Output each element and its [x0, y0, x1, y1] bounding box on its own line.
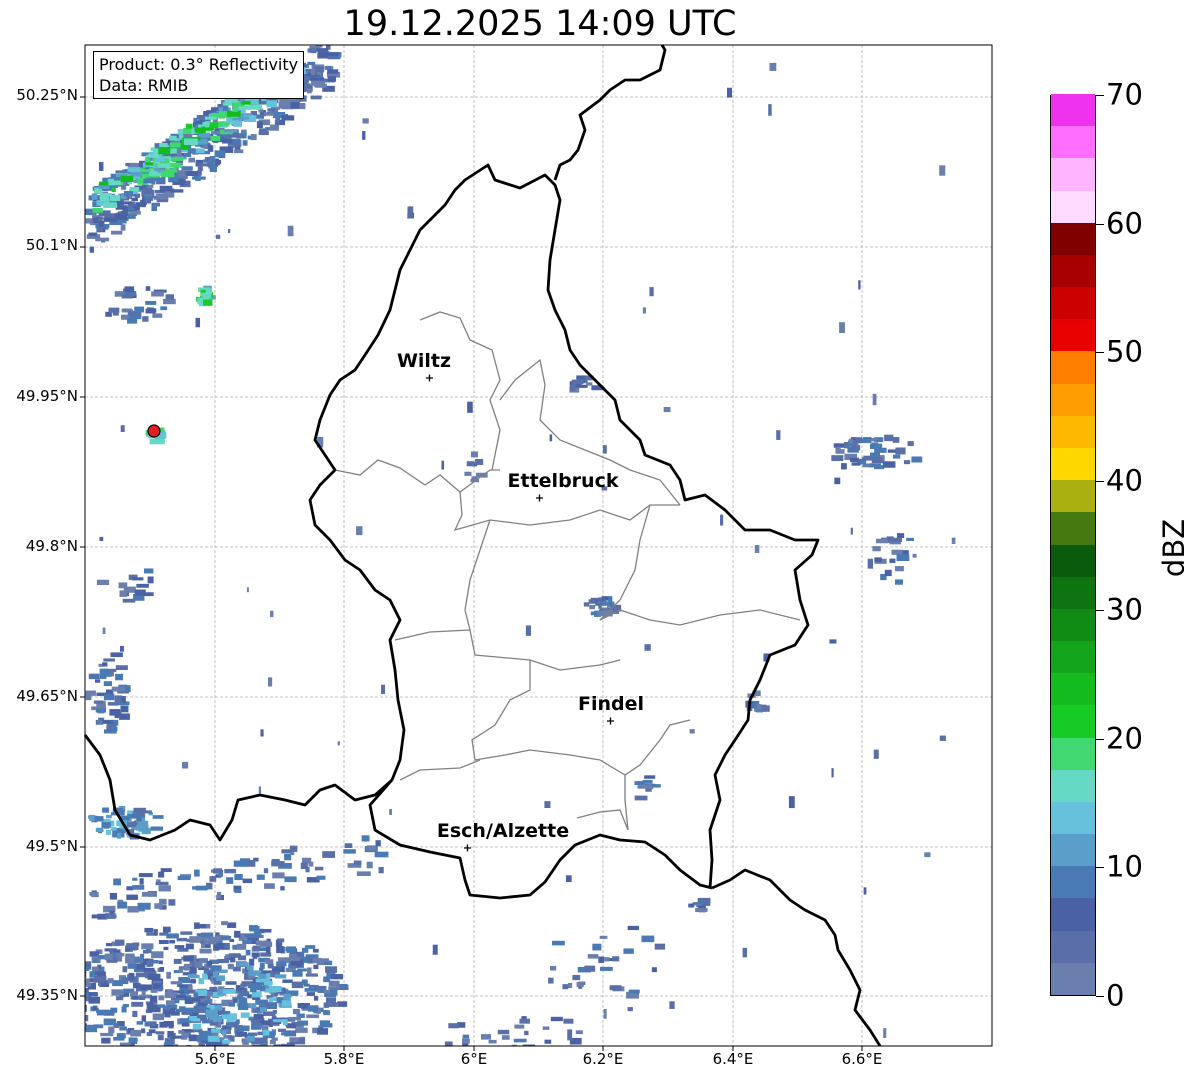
colorbar-segment [1051, 704, 1095, 738]
colorbar-segment [1051, 350, 1095, 384]
colorbar-tick-mark [1096, 738, 1104, 740]
colorbar-tick-label: 40 [1106, 463, 1143, 498]
colorbar-segment [1051, 833, 1095, 867]
colorbar-segment [1051, 157, 1095, 191]
city-label-findel: Findel [577, 693, 645, 715]
colorbar-segment [1051, 190, 1095, 223]
city-label-ettelbruck: Ettelbruck [507, 470, 619, 492]
lat-label-49-8: 49.8°N [25, 537, 78, 555]
colorbar-tick-label: 30 [1106, 592, 1143, 627]
city-label-wiltz: Wiltz [396, 350, 452, 372]
colorbar-tick-label: 10 [1106, 849, 1143, 884]
colorbar-tick-mark [1096, 95, 1104, 96]
lat-label-50-25: 50.25°N [16, 86, 78, 104]
colorbar-segment [1051, 865, 1095, 899]
colorbar-segment [1051, 222, 1095, 255]
colorbar-tick-label: 60 [1106, 206, 1143, 241]
radar-map [80, 44, 993, 1051]
colorbar-segment [1051, 576, 1095, 609]
city-label-esch-alzette: Esch/Alzette [436, 820, 570, 842]
lon-label-6-6: 6.6°E [841, 1050, 883, 1068]
lon-label-6-4: 6.4°E [712, 1050, 754, 1068]
data-source-label: Data: RMIB [99, 76, 189, 95]
colorbar-segment [1051, 930, 1095, 963]
colorbar-tick-mark [1096, 867, 1104, 869]
colorbar-segment [1051, 286, 1095, 320]
colorbar-segment [1051, 769, 1095, 802]
colorbar-segment [1051, 962, 1095, 995]
lat-label-49-95: 49.95°N [16, 387, 78, 405]
colorbar-tick-label: 50 [1106, 334, 1143, 369]
colorbar-tick-mark [1096, 481, 1104, 483]
colorbar-segment [1051, 254, 1095, 288]
colorbar-segment [1051, 383, 1095, 416]
colorbar-tick-label: 0 [1106, 978, 1125, 1013]
colorbar-segment [1051, 318, 1095, 352]
colorbar-segment [1051, 897, 1095, 931]
colorbar-segment [1051, 737, 1095, 770]
colorbar-segment [1051, 93, 1095, 127]
lon-label-6-2: 6.2°E [582, 1050, 624, 1068]
radar-site-marker [147, 424, 161, 438]
colorbar-tick-mark [1096, 996, 1104, 997]
colorbar-segment [1051, 544, 1095, 577]
colorbar-segment [1051, 608, 1095, 642]
dbz-colorbar [1050, 93, 1096, 996]
colorbar-segment [1051, 672, 1095, 706]
product-info-box: Product: 0.3° Reflectivity Data: RMIB [93, 51, 305, 99]
lat-label-49-35: 49.35°N [16, 986, 78, 1004]
colorbar-segment [1051, 125, 1095, 159]
colorbar-tick-mark [1096, 352, 1104, 354]
colorbar-segment [1051, 479, 1095, 513]
lon-label-5-6: 5.6°E [194, 1050, 236, 1068]
colorbar-tick-mark [1096, 609, 1104, 611]
colorbar-tick-mark [1096, 223, 1104, 225]
lat-label-49-65: 49.65°N [16, 687, 78, 705]
colorbar-title: dBZ [1157, 518, 1184, 578]
colorbar-tick-label: 20 [1106, 720, 1143, 755]
colorbar-segment [1051, 415, 1095, 448]
colorbar-segment [1051, 640, 1095, 674]
colorbar-segment [1051, 447, 1095, 481]
lon-label-5-8: 5.8°E [323, 1050, 365, 1068]
lat-label-50-1: 50.1°N [25, 236, 78, 254]
lon-label-6: 6°E [460, 1050, 488, 1068]
colorbar-tick-label: 70 [1106, 77, 1143, 112]
colorbar-segment [1051, 801, 1095, 835]
product-label: Product: 0.3° Reflectivity [99, 55, 299, 74]
lat-label-49-5: 49.5°N [25, 837, 78, 855]
colorbar-segment [1051, 511, 1095, 545]
